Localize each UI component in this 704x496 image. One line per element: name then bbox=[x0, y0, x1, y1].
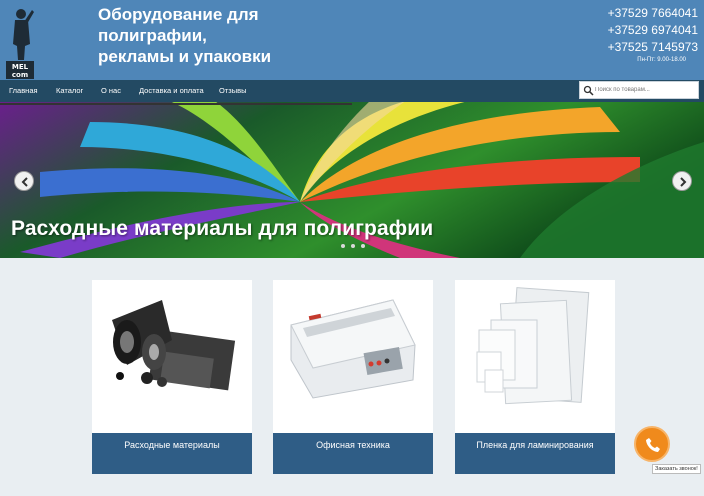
search-input[interactable] bbox=[595, 83, 695, 97]
phone-icon bbox=[646, 438, 660, 452]
category-card-label: Пленка для ламинирования bbox=[455, 433, 615, 474]
callback-tooltip: Заказать звонок! bbox=[652, 464, 701, 474]
site-title-line: полиграфии, bbox=[98, 26, 207, 45]
site-title: Оборудование для полиграфии, рекламы и у… bbox=[98, 4, 288, 67]
category-card-film[interactable]: Пленка для ламинирования bbox=[455, 280, 615, 474]
site-title-line: рекламы и упаковки bbox=[98, 47, 272, 66]
callback-button[interactable] bbox=[634, 426, 670, 462]
working-hours: Пн-Пт: 9.00-18.00 bbox=[637, 57, 686, 63]
category-card-consumables[interactable]: Расходные материалы bbox=[92, 280, 252, 474]
site-title-line: Оборудование для bbox=[98, 5, 259, 24]
phone-number[interactable]: +37529 6974041 bbox=[608, 22, 698, 39]
category-card-label: Расходные материалы bbox=[92, 433, 252, 474]
nav-item-reviews[interactable]: Отзывы bbox=[219, 86, 246, 95]
search-box bbox=[579, 81, 699, 99]
phone-list: +37529 7664041 +37529 6974041 +37525 714… bbox=[608, 5, 698, 56]
nav-item-about[interactable]: О нас bbox=[101, 86, 121, 95]
phone-number[interactable]: +37529 7664041 bbox=[608, 5, 698, 22]
nav-item-delivery[interactable]: Доставка и оплата bbox=[139, 86, 204, 95]
phone-number[interactable]: +37525 7145973 bbox=[608, 39, 698, 56]
chevron-left-icon bbox=[21, 177, 28, 187]
category-card-label: Офисная техника bbox=[273, 433, 433, 474]
category-card-office[interactable]: Офисная техника bbox=[273, 280, 433, 474]
slider-prev-button[interactable] bbox=[14, 171, 34, 191]
svg-text:MEL: MEL bbox=[12, 63, 29, 71]
slider-next-button[interactable] bbox=[672, 171, 692, 191]
slider-progress bbox=[0, 103, 352, 105]
slider-dot[interactable] bbox=[361, 244, 365, 248]
search-icon[interactable] bbox=[583, 85, 594, 96]
slider-dot[interactable] bbox=[351, 244, 355, 248]
chevron-right-icon bbox=[680, 177, 687, 187]
slide-caption: Расходные материалы для полиграфии bbox=[11, 217, 434, 240]
svg-text:com: com bbox=[12, 71, 28, 79]
nav-item-catalog[interactable]: Каталог bbox=[56, 86, 83, 95]
header: MEL com Оборудование для полиграфии, рек… bbox=[0, 0, 704, 80]
laminator-image bbox=[290, 299, 416, 399]
nav-item-home[interactable]: Главная bbox=[9, 86, 38, 95]
consumables-image bbox=[112, 300, 236, 391]
logo[interactable]: MEL com bbox=[4, 4, 36, 80]
slider-dot[interactable] bbox=[341, 244, 345, 248]
laminating-film-image bbox=[476, 287, 590, 405]
